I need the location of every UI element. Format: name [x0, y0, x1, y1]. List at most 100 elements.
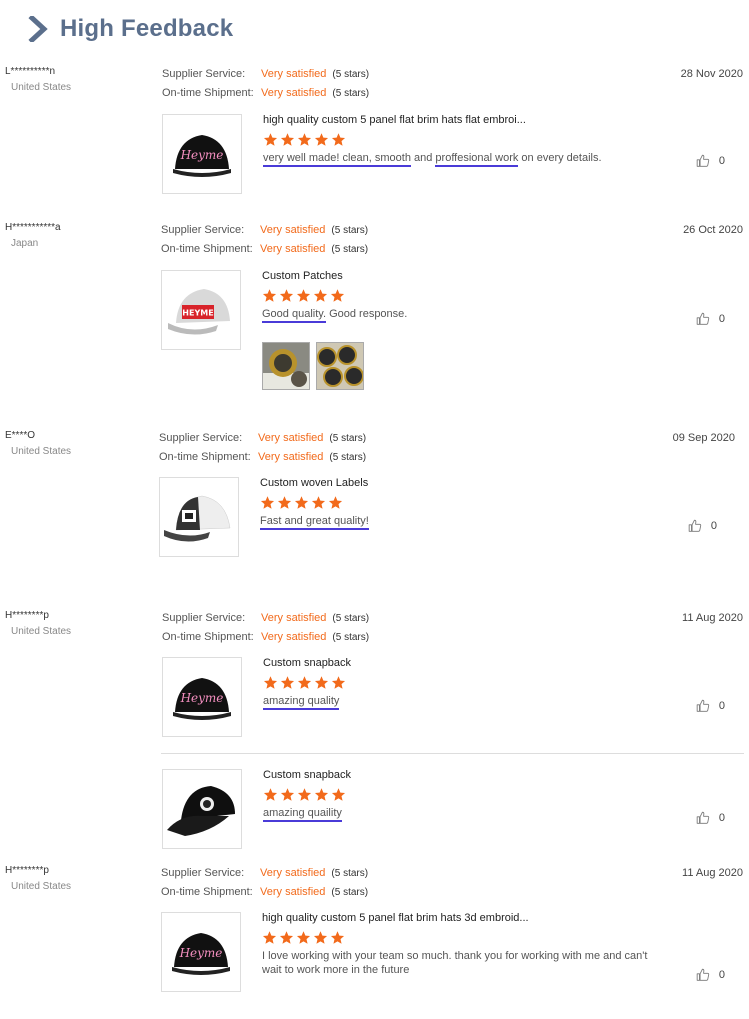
reviewer: E****O United States	[5, 430, 145, 457]
chevron-right-icon	[28, 16, 48, 42]
reviewer-name: H***********a	[5, 222, 61, 233]
shipment-rating: On-time Shipment: Very satisfied (5 stars)	[159, 451, 367, 463]
star-icon	[296, 930, 311, 945]
shipment-rating: On-time Shipment: Very satisfied (5 stars)	[161, 886, 369, 898]
star-icon	[262, 288, 277, 303]
patch-photo-image	[263, 343, 309, 389]
supplier-service-rating: Supplier Service: Very satisfied (5 stars)	[159, 432, 367, 444]
helpful-button[interactable]: 0	[696, 154, 725, 168]
review-comment: amazing quaility	[263, 806, 713, 822]
star-icon	[279, 930, 294, 945]
product-thumbnail[interactable]	[162, 769, 242, 849]
helpful-button[interactable]: 0	[688, 519, 717, 533]
product-title[interactable]: Custom snapback	[263, 657, 713, 669]
helpful-button[interactable]: 0	[696, 968, 725, 982]
product-thumbnail[interactable]: Heyme	[161, 912, 241, 992]
product-thumbnail[interactable]	[159, 477, 239, 557]
star-icon	[314, 787, 329, 802]
star-icon	[263, 132, 278, 147]
product-title[interactable]: Custom snapback	[263, 769, 713, 781]
star-icon	[314, 675, 329, 690]
product-thumbnail[interactable]: Heyme	[162, 657, 242, 737]
star-icon	[263, 675, 278, 690]
product-divider	[161, 753, 744, 754]
black-cap-image: Heyme	[173, 678, 231, 720]
star-icon	[331, 787, 346, 802]
star-icon	[330, 930, 345, 945]
product-review: HEYME Custom Patches Good quality. Good …	[161, 270, 721, 360]
product-title[interactable]: Custom Patches	[262, 270, 712, 282]
star-icon	[328, 495, 343, 510]
section-title: High Feedback	[60, 15, 234, 42]
review-comment: I love working with your team so much. t…	[262, 950, 648, 976]
product-title[interactable]: high quality custom 5 panel flat brim ha…	[262, 912, 712, 924]
product-title[interactable]: Custom woven Labels	[260, 477, 710, 489]
star-icon	[297, 675, 312, 690]
product-rating-stars	[263, 787, 713, 803]
star-icon	[280, 675, 295, 690]
reviewer-name: E****O	[5, 430, 36, 441]
reviewer-country: United States	[11, 881, 72, 892]
product-thumbnail[interactable]: HEYME	[161, 270, 241, 350]
trucker-cap-image	[164, 495, 231, 542]
helpful-count: 0	[718, 812, 725, 824]
thumbs-up-icon	[688, 519, 702, 533]
black-cap-image: Heyme	[173, 135, 231, 177]
black-snapback-image	[167, 786, 235, 836]
product-rating-stars	[262, 288, 712, 304]
shipment-rating: On-time Shipment: Very satisfied (5 stars)	[162, 631, 370, 643]
review-photo[interactable]	[316, 342, 364, 390]
product-review: Custom woven Labels Fast and great quali…	[159, 477, 719, 567]
star-icon	[280, 132, 295, 147]
review-date: 11 Aug 2020	[682, 612, 743, 624]
supplier-service-rating: Supplier Service: Very satisfied (5 stars)	[162, 68, 370, 80]
reviewer-name: H********p	[5, 865, 49, 876]
shipment-rating: On-time Shipment: Very satisfied (5 stars)	[162, 87, 370, 99]
cap-logo-text: Heyme	[180, 691, 224, 705]
star-icon	[297, 132, 312, 147]
helpful-button[interactable]: 0	[696, 811, 725, 825]
product-review: Heyme high quality custom 5 panel flat b…	[161, 912, 721, 1002]
star-icon	[262, 930, 277, 945]
star-icon	[330, 288, 345, 303]
review-photos	[262, 342, 364, 390]
review-comment: Fast and great quality!	[260, 514, 710, 530]
reviewer-country: Japan	[11, 238, 39, 249]
patch-photo-image	[317, 343, 363, 389]
helpful-button[interactable]: 0	[696, 699, 725, 713]
star-icon	[296, 288, 311, 303]
product-rating-stars	[260, 495, 710, 511]
review-comment: amazing quality	[263, 694, 713, 710]
review-comment: very well made! clean, smooth and proffe…	[263, 151, 713, 167]
star-icon	[331, 132, 346, 147]
reviewer-country: United States	[11, 446, 72, 457]
star-icon	[263, 787, 278, 802]
star-icon	[280, 787, 295, 802]
star-icon	[314, 132, 329, 147]
product-thumbnail[interactable]: Heyme	[162, 114, 242, 194]
cap-logo-text: Heyme	[180, 148, 224, 162]
reviewer: H********p United States	[5, 865, 145, 892]
helpful-count: 0	[710, 520, 717, 532]
helpful-button[interactable]: 0	[696, 312, 725, 326]
review-photo[interactable]	[262, 342, 310, 390]
shipment-rating: On-time Shipment: Very satisfied (5 stars)	[161, 243, 369, 255]
helpful-count: 0	[718, 700, 725, 712]
supplier-service-rating: Supplier Service: Very satisfied (5 stars)	[162, 612, 370, 624]
review-date: 26 Oct 2020	[683, 224, 743, 236]
reviewer-name: L**********n	[5, 66, 56, 77]
product-title[interactable]: high quality custom 5 panel flat brim ha…	[263, 114, 713, 126]
reviewer: H********p United States	[5, 610, 145, 637]
star-icon	[297, 787, 312, 802]
review-date: 09 Sep 2020	[672, 432, 735, 444]
product-review: Custom snapback amazing quaility	[162, 769, 722, 859]
reviewer-country: United States	[11, 626, 72, 637]
thumbs-up-icon	[696, 968, 710, 982]
cap-patch-text: HEYME	[182, 309, 213, 318]
star-icon	[313, 930, 328, 945]
thumbs-up-icon	[696, 154, 710, 168]
star-icon	[331, 675, 346, 690]
star-icon	[311, 495, 326, 510]
thumbs-up-icon	[696, 312, 710, 326]
supplier-service-rating: Supplier Service: Very satisfied (5 stars)	[161, 224, 369, 236]
